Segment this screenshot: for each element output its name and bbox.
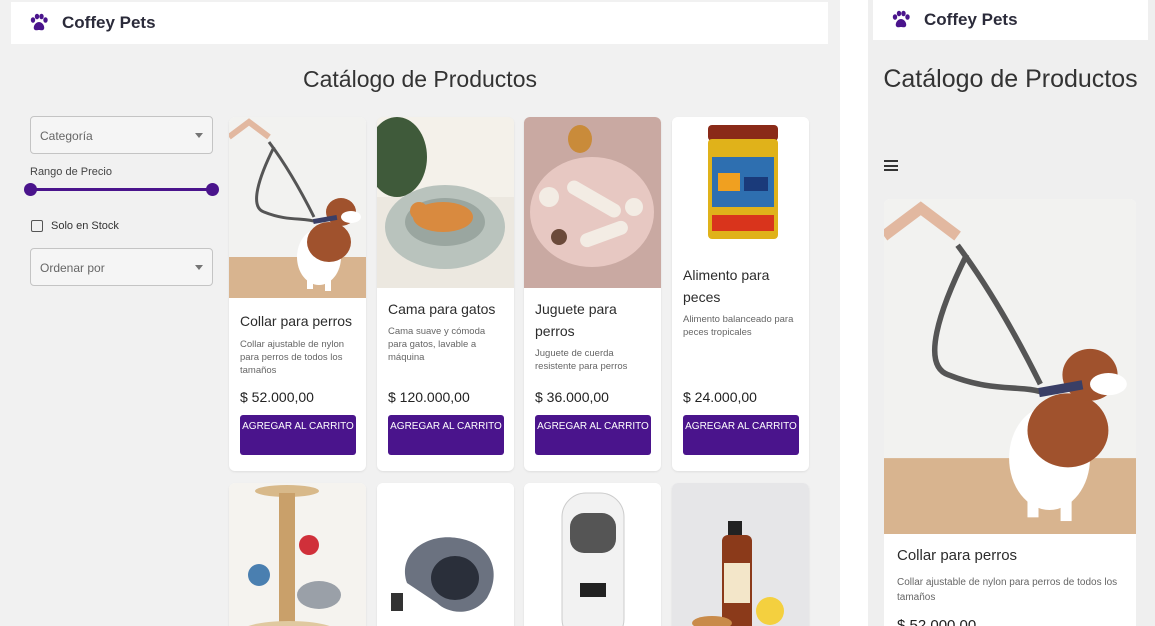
add-to-cart-button[interactable]: AGREGAR AL CARRITO (535, 415, 651, 455)
app-bar: Coffey Pets (873, 0, 1148, 40)
product-image-feeder[interactable] (524, 483, 661, 626)
product-image-pet-spray[interactable] (672, 483, 809, 626)
product-card (229, 483, 366, 626)
page-title: Catálogo de Productos (303, 66, 537, 92)
product-image-cat-bed[interactable] (377, 117, 514, 288)
price-range-slider[interactable] (24, 182, 219, 196)
sort-select-label: Ordenar por (40, 261, 105, 275)
product-image-leash[interactable] (377, 483, 514, 626)
dropdown-arrow-icon (195, 265, 203, 270)
product-card: Collar para perros Collar ajustable de n… (884, 199, 1136, 626)
product-description: Collar ajustable de nylon para perros de… (897, 577, 1118, 603)
product-card: Collar para perros Collar ajustable de n… (229, 117, 366, 471)
product-card (377, 483, 514, 626)
product-card: Juguete para perros Juguete de cuerda re… (524, 117, 661, 471)
product-description: Alimento balanceado para peces tropicale… (683, 314, 794, 338)
slider-max-thumb[interactable] (206, 183, 219, 196)
add-to-cart-button[interactable]: AGREGAR AL CARRITO (388, 415, 504, 455)
product-image-dog-collar[interactable] (229, 117, 366, 298)
in-stock-filter[interactable]: Solo en Stock (30, 220, 213, 232)
desktop-view: Coffey Pets Catálogo de Productos Catego… (0, 0, 840, 626)
product-name[interactable]: Juguete para perros (535, 298, 655, 342)
category-select[interactable]: Categoría (30, 116, 213, 154)
filters-panel: Categoría Rango de Precio Solo en Stock … (24, 116, 219, 286)
slider-track (32, 188, 211, 191)
product-image-dog-collar[interactable] (884, 199, 1136, 534)
product-price: $ 36.000,00 (535, 389, 609, 405)
slider-min-thumb[interactable] (24, 183, 37, 196)
product-image-dog-toy[interactable] (524, 117, 661, 288)
paw-icon (891, 10, 911, 30)
app-bar: Coffey Pets (11, 2, 828, 44)
brand-name[interactable]: Coffey Pets (924, 10, 1018, 30)
product-description: Cama suave y cómoda para gatos, lavable … (388, 326, 486, 363)
product-card: Alimento para peces Alimento balanceado … (672, 117, 809, 471)
product-price: $ 52.000,00 (240, 389, 314, 405)
product-description: Collar ajustable de nylon para perros de… (240, 339, 345, 376)
product-image-cat-tree[interactable] (229, 483, 366, 626)
add-to-cart-button[interactable]: AGREGAR AL CARRITO (683, 415, 799, 455)
in-stock-label: Solo en Stock (51, 220, 119, 232)
brand-name[interactable]: Coffey Pets (62, 13, 156, 33)
price-range-label: Rango de Precio (30, 166, 112, 178)
in-stock-checkbox[interactable] (31, 220, 43, 232)
product-card (524, 483, 661, 626)
product-name[interactable]: Cama para gatos (388, 298, 508, 320)
category-select-label: Categoría (40, 129, 93, 143)
product-price: $ 24.000,00 (683, 389, 757, 405)
product-price: $ 120.000,00 (388, 389, 470, 405)
mobile-view: Coffey Pets Catálogo de Productos Collar… (868, 0, 1155, 626)
product-description: Juguete de cuerda resistente para perros (535, 348, 628, 372)
hamburger-menu-icon[interactable] (884, 160, 898, 171)
product-card (672, 483, 809, 626)
sort-select[interactable]: Ordenar por (30, 248, 213, 286)
paw-icon (29, 13, 49, 33)
product-image-fish-food[interactable] (672, 117, 809, 257)
product-name[interactable]: Collar para perros (897, 547, 1017, 564)
page-title: Catálogo de Productos (883, 65, 1138, 93)
dropdown-arrow-icon (195, 133, 203, 138)
product-price: $ 52.000,00 (897, 617, 977, 626)
product-card: Cama para gatos Cama suave y cómoda para… (377, 117, 514, 471)
product-name[interactable]: Alimento para peces (683, 264, 803, 308)
add-to-cart-button[interactable]: AGREGAR AL CARRITO (240, 415, 356, 455)
product-name[interactable]: Collar para perros (240, 310, 360, 332)
